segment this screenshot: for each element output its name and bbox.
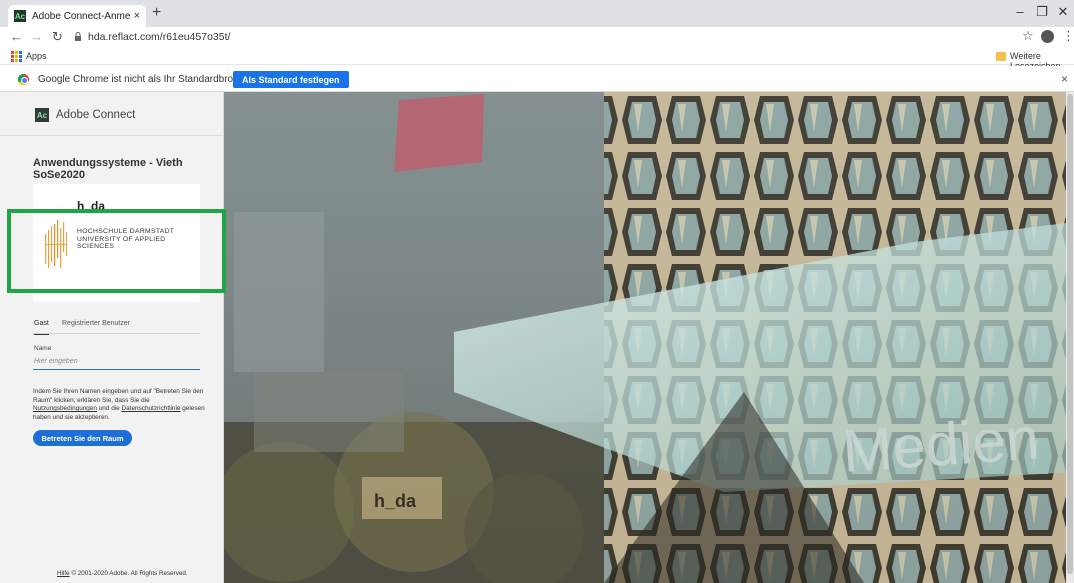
scrollbar-thumb[interactable]: [1067, 94, 1073, 574]
minimize-button[interactable]: –: [1008, 4, 1032, 19]
apps-bookmark[interactable]: Apps: [26, 51, 47, 61]
copyright-text: © 2001-2020 Adobe. All Rights Reserved.: [71, 570, 188, 577]
panel-footer: Hilfe © 2001-2020 Adobe. All Rights Rese…: [57, 570, 188, 577]
enter-room-button[interactable]: Betreten Sie den Raum: [33, 430, 132, 446]
reload-icon[interactable]: ↻: [52, 29, 63, 45]
tab-title: Adobe Connect-Anmeldung: [32, 10, 130, 22]
back-arrow-icon[interactable]: ←: [10, 29, 23, 44]
login-panel: Ac Adobe Connect Anwendungssysteme - Vie…: [0, 92, 224, 583]
tab-registered-user[interactable]: Registrierter Benutzer: [62, 320, 130, 327]
terms-of-use-link[interactable]: Nutzungsbedingungen: [33, 405, 97, 412]
building-facade-image: h_da Medien: [224, 92, 1074, 583]
adobe-connect-favicon-icon: Ac: [14, 10, 26, 22]
new-tab-button[interactable]: +: [152, 4, 161, 22]
chrome-menu-icon[interactable]: ⋮: [1062, 28, 1074, 44]
browser-tab[interactable]: Ac Adobe Connect-Anmeldung ×: [8, 5, 146, 27]
apps-grid-icon[interactable]: [11, 51, 22, 62]
folder-icon: [996, 52, 1006, 61]
brand-name: Adobe Connect: [56, 109, 136, 121]
lock-icon: [75, 32, 81, 41]
bookmarks-bar: Apps Weitere Lesezeichen: [0, 48, 1074, 71]
close-window-button[interactable]: ✕: [1051, 4, 1074, 20]
meeting-title: Anwendungssysteme - Vieth SoSe2020: [33, 157, 183, 181]
chrome-logo-icon: [18, 74, 29, 85]
set-default-button[interactable]: Als Standard festlegen: [233, 71, 349, 88]
help-link[interactable]: Hilfe: [57, 570, 70, 577]
highlight-box: [7, 209, 226, 293]
name-label: Name: [34, 345, 52, 352]
terms-notice: Indem Sie Ihren Namen eingeben und auf "…: [33, 388, 208, 423]
default-browser-infobar: Google Chrome ist nicht als Ihr Standard…: [0, 66, 1074, 92]
forward-arrow-icon[interactable]: →: [30, 29, 43, 44]
infobar-close-icon[interactable]: ×: [1061, 72, 1068, 86]
tab-close-icon[interactable]: ×: [134, 10, 140, 22]
bookmark-star-icon[interactable]: ☆: [1022, 28, 1034, 44]
name-input[interactable]: [33, 354, 200, 370]
background-photo: h_da Medien: [224, 92, 1074, 583]
terms-text-1: Indem Sie Ihren Namen eingeben und auf "…: [33, 388, 204, 404]
brand-header: Ac Adobe Connect: [0, 92, 223, 136]
adobe-connect-logo-icon: Ac: [35, 108, 49, 122]
tabs-divider: [33, 333, 200, 334]
browser-toolbar: ← → ↻ hda.reflact.com/r61eu457o35t/ ☆ ⋮: [0, 27, 1074, 48]
tab-strip: Ac Adobe Connect-Anmeldung × + – ❐ ✕: [0, 0, 1074, 27]
profile-avatar-icon[interactable]: [1041, 30, 1054, 43]
terms-text-2: und die: [98, 405, 120, 413]
privacy-policy-link[interactable]: Datenschutzrichtlinie: [122, 405, 181, 412]
address-bar[interactable]: hda.reflact.com/r61eu457o35t/: [88, 31, 230, 43]
